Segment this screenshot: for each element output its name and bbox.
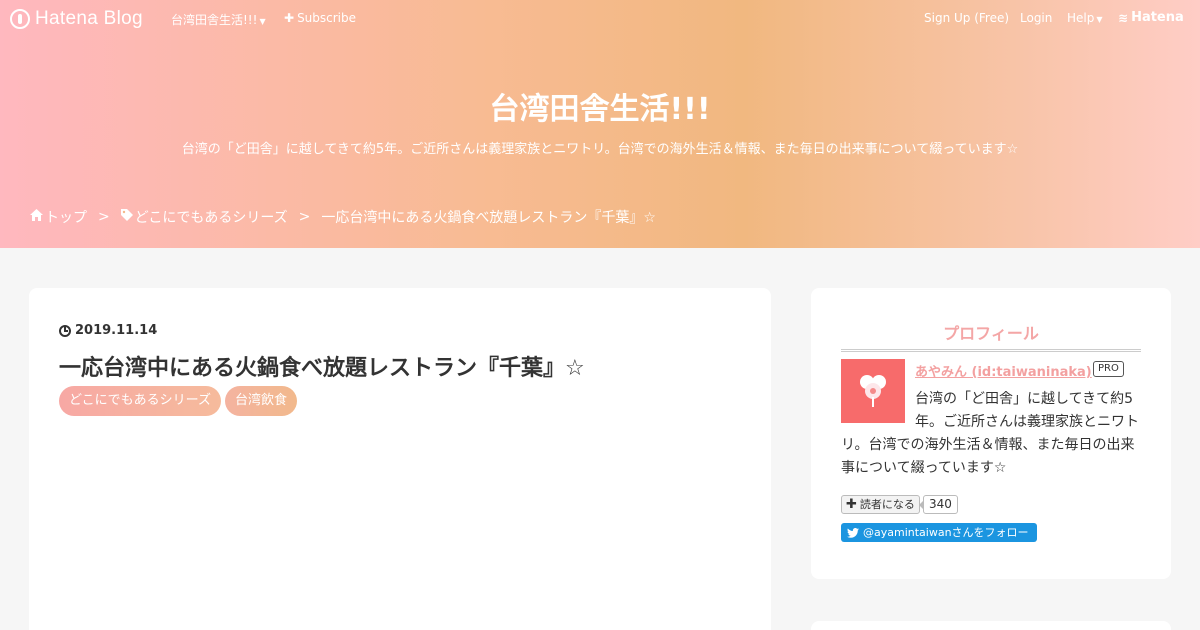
profile-module: プロフィール あやみん (id:taiwaninaka) PRO 台湾の「ど田舎… <box>811 288 1171 579</box>
subscribe-label: Subscribe <box>297 11 357 25</box>
signup-link[interactable]: Sign Up (Free) <box>924 11 1009 25</box>
subscribe-button-label: 読者になる <box>859 498 915 511</box>
breadcrumb-home[interactable]: トップ <box>45 207 87 227</box>
profile-title: プロフィール <box>841 320 1141 352</box>
entry-categories: どこにでもあるシリーズ 台湾飲食 <box>59 386 297 416</box>
hatena-link[interactable]: ≋ Hatena <box>1118 10 1184 25</box>
blog-title[interactable]: 台湾田舎生活!!! <box>0 84 1200 128</box>
breadcrumb-separator: > <box>98 209 110 225</box>
hatena-blog-logo-icon <box>10 9 30 29</box>
twitter-follow-label: @ayamintaiwanさんをフォロー <box>863 526 1029 539</box>
twitter-bird-icon <box>847 527 859 538</box>
twitter-follow-button[interactable]: @ayamintaiwanさんをフォロー <box>841 523 1037 542</box>
hatena-wave-icon: ≋ <box>1118 10 1129 25</box>
profile-name[interactable]: あやみん (id:taiwaninaka) <box>915 361 1092 380</box>
entry-date[interactable]: 2019.11.14 <box>59 323 157 338</box>
sidebar-module <box>811 621 1171 630</box>
blog-menu-label: 台湾田舎生活!!! <box>171 13 258 27</box>
hatena-label: Hatena <box>1131 10 1184 25</box>
home-icon <box>30 209 43 225</box>
caret-down-icon: ▼ <box>259 17 266 26</box>
logo-text: Hatena Blog <box>35 8 143 29</box>
clock-icon <box>59 324 71 337</box>
subscribe-button[interactable]: ✚ 読者になる <box>841 495 920 514</box>
category-tag[interactable]: 台湾飲食 <box>224 386 297 416</box>
caret-down-icon: ▼ <box>1096 15 1103 24</box>
profile-description: 台湾の「ど田舎」に越してきて約5年。ご近所さんは義理家族とニワトリ。台湾での海外… <box>841 388 1141 480</box>
help-menu[interactable]: Help ▼ <box>1067 11 1103 25</box>
login-link[interactable]: Login <box>1020 11 1052 25</box>
blog-description: 台湾の「ど田舎」に越してきて約5年。ご近所さんは義理家族とニワトリ。台湾での海外… <box>181 142 1019 157</box>
subscriber-count: 340 <box>919 495 958 514</box>
pro-badge: PRO <box>1093 361 1124 377</box>
help-label: Help <box>1067 11 1095 25</box>
article-card: 2019.11.14 一応台湾中にある火鍋食べ放題レストラン『千葉』☆ どこにで… <box>29 288 771 630</box>
plus-icon: ✚ <box>284 11 295 25</box>
breadcrumb-current: 一応台湾中にある火鍋食べ放題レストラン『千葉』☆ <box>321 210 656 226</box>
breadcrumb-category[interactable]: どこにでもあるシリーズ <box>135 207 288 227</box>
hatena-blog-logo[interactable]: Hatena Blog <box>10 8 143 30</box>
global-header: Hatena Blog 台湾田舎生活!!! ▼ ✚ Subscribe Sign U… <box>0 0 1200 36</box>
subscribe-link[interactable]: ✚ Subscribe <box>284 11 356 25</box>
entry-title[interactable]: 一応台湾中にある火鍋食べ放題レストラン『千葉』☆ <box>59 350 585 382</box>
entry-date-text: 2019.11.14 <box>75 323 158 338</box>
category-tag[interactable]: どこにでもあるシリーズ <box>59 386 221 416</box>
breadcrumb: トップ > どこにでもあるシリーズ > 一応台湾中にある火鍋食べ放題レストラン『… <box>30 207 656 227</box>
tag-icon <box>120 209 133 225</box>
breadcrumb-separator: > <box>298 209 311 225</box>
blog-menu[interactable]: 台湾田舎生活!!! ▼ <box>171 11 266 28</box>
plus-icon: ✚ <box>846 497 857 512</box>
blog-header: Hatena Blog 台湾田舎生活!!! ▼ ✚ Subscribe Sign U… <box>0 0 1200 248</box>
